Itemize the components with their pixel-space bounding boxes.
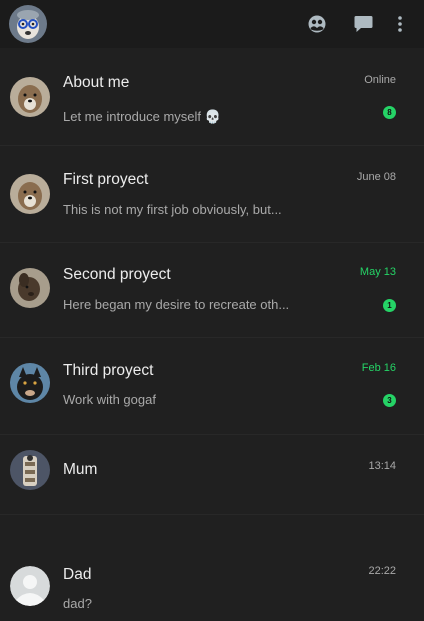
chat-time: Online	[364, 74, 396, 86]
new-chat-icon[interactable]	[340, 0, 386, 48]
chat-name: Second proyect	[63, 266, 171, 283]
dog-avatar-1	[10, 174, 50, 214]
mum-avatar	[10, 450, 50, 490]
chat-item-mum[interactable]: Mum 13:14	[0, 434, 424, 515]
dog-avatar-2	[10, 268, 50, 308]
chat-time: June 08	[356, 171, 396, 183]
chat-name: First proyect	[63, 171, 149, 188]
unread-badge: 1	[383, 299, 396, 312]
dog-avatar-3	[10, 363, 50, 403]
default-avatar	[10, 566, 50, 606]
dog-avatar-1	[10, 77, 50, 117]
chat-time: Feb 16	[361, 362, 396, 374]
chat-name: Third proyect	[63, 362, 154, 379]
chat-item-second-proyect[interactable]: Second proyect Here began my desire to r…	[0, 242, 424, 338]
chat-name: About me	[63, 74, 130, 91]
chat-name: Mum	[63, 461, 98, 478]
unread-badge: 8	[383, 106, 396, 119]
chat-preview: This is not my first job obviously, but.…	[63, 202, 282, 217]
menu-icon[interactable]	[386, 0, 414, 48]
chat-item-third-proyect[interactable]: Third proyect Work with gogaf Feb 16 3	[0, 337, 424, 435]
profile-avatar[interactable]	[9, 5, 47, 43]
chat-preview: dad?	[63, 596, 92, 611]
chat-preview: Let me introduce myself 💀	[63, 109, 221, 124]
chat-time: 22:22	[368, 565, 396, 577]
chat-name: Dad	[63, 566, 92, 583]
chat-time: May 13	[359, 266, 396, 278]
chat-preview: Here began my desire to recreate oth...	[63, 297, 290, 312]
chat-item-dad[interactable]: Dad dad? 22:22	[0, 514, 424, 621]
chat-time: 13:14	[368, 460, 396, 472]
chat-preview: Work with gogaf	[63, 392, 156, 407]
top-bar	[0, 0, 424, 48]
chat-item-about-me[interactable]: About me Let me introduce myself 💀 Onlin…	[0, 48, 424, 146]
unread-badge: 3	[383, 394, 396, 407]
chat-item-first-proyect[interactable]: First proyect This is not my first job o…	[0, 145, 424, 243]
communities-icon[interactable]	[294, 0, 340, 48]
